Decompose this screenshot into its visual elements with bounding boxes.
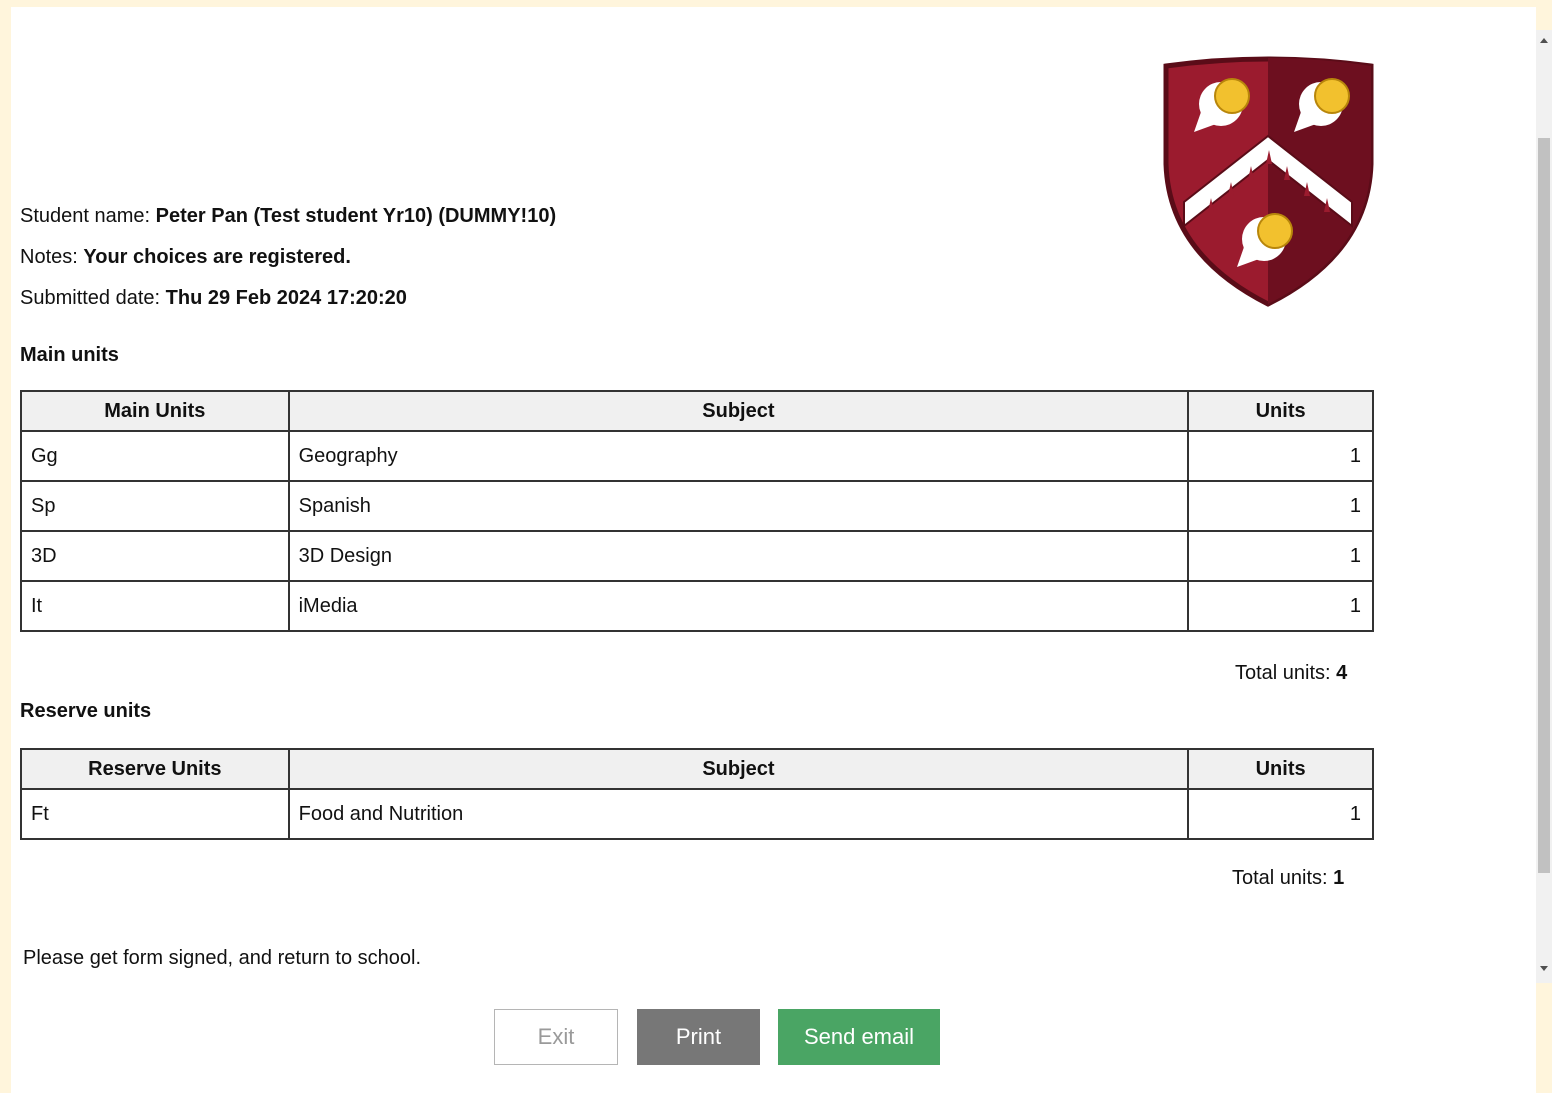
table-row: 3D 3D Design 1 [20, 530, 1374, 582]
notes-value: Your choices are registered. [83, 246, 351, 268]
reserve-units-table: Reserve Units Subject Units Ft Food and … [20, 748, 1374, 840]
column-header-subject: Subject [287, 390, 1190, 432]
unit-code: Sp [20, 480, 290, 532]
unit-count: 1 [1187, 580, 1374, 632]
unit-code: 3D [20, 530, 290, 582]
unit-subject: Spanish [287, 480, 1190, 532]
table-header-row: Main Units Subject Units [20, 390, 1374, 432]
reserve-units-title: Reserve units [20, 700, 152, 722]
column-header-units: Units [1187, 390, 1374, 432]
submitted-date-label: Submitted date: [20, 287, 161, 309]
vertical-scrollbar[interactable] [1536, 30, 1552, 983]
unit-subject: 3D Design [287, 530, 1190, 582]
unit-code: It [20, 580, 290, 632]
footer-note: Please get form signed, and return to sc… [23, 947, 422, 969]
student-name-line: Student name: Peter Pan (Test student Yr… [20, 205, 556, 228]
print-button[interactable]: Print [637, 1009, 760, 1065]
main-units-title: Main units [20, 344, 119, 366]
student-name-value: Peter Pan (Test student Yr10) (DUMMY!10) [155, 205, 557, 227]
unit-code: Gg [20, 430, 290, 482]
unit-subject: Geography [287, 430, 1190, 482]
total-label: Total units: [1232, 867, 1328, 889]
column-header-subject: Subject [287, 748, 1190, 790]
submitted-date-value: Thu 29 Feb 2024 17:20:20 [165, 287, 407, 309]
total-value: 1 [1333, 867, 1345, 889]
scrollbar-thumb[interactable] [1538, 138, 1550, 873]
main-units-table: Main Units Subject Units Gg Geography 1 … [20, 390, 1374, 632]
unit-subject: Food and Nutrition [287, 788, 1190, 840]
school-crest-icon [1163, 56, 1374, 307]
table-row: Gg Geography 1 [20, 430, 1374, 482]
main-units-total: Total units: 4 [1235, 662, 1347, 685]
table-row: Ft Food and Nutrition 1 [20, 788, 1374, 840]
form-page: Student name: Peter Pan (Test student Yr… [11, 7, 1536, 1093]
student-name-label: Student name: [20, 205, 151, 227]
table-row: It iMedia 1 [20, 580, 1374, 632]
reserve-units-total: Total units: 1 [1232, 867, 1344, 890]
notes-label: Notes: [20, 246, 78, 268]
column-header-main-units: Main Units [20, 390, 290, 432]
column-header-units: Units [1187, 748, 1374, 790]
unit-subject: iMedia [287, 580, 1190, 632]
table-header-row: Reserve Units Subject Units [20, 748, 1374, 790]
submitted-date-line: Submitted date: Thu 29 Feb 2024 17:20:20 [20, 287, 407, 310]
notes-line: Notes: Your choices are registered. [20, 246, 351, 269]
unit-count: 1 [1187, 788, 1374, 840]
scroll-down-arrow-icon[interactable] [1540, 966, 1548, 971]
unit-count: 1 [1187, 530, 1374, 582]
unit-code: Ft [20, 788, 290, 840]
unit-count: 1 [1187, 480, 1374, 532]
total-label: Total units: [1235, 662, 1331, 684]
total-value: 4 [1336, 662, 1348, 684]
table-row: Sp Spanish 1 [20, 480, 1374, 532]
send-email-button[interactable]: Send email [778, 1009, 940, 1065]
column-header-reserve-units: Reserve Units [20, 748, 290, 790]
scroll-up-arrow-icon[interactable] [1540, 38, 1548, 43]
unit-count: 1 [1187, 430, 1374, 482]
exit-button[interactable]: Exit [494, 1009, 618, 1065]
